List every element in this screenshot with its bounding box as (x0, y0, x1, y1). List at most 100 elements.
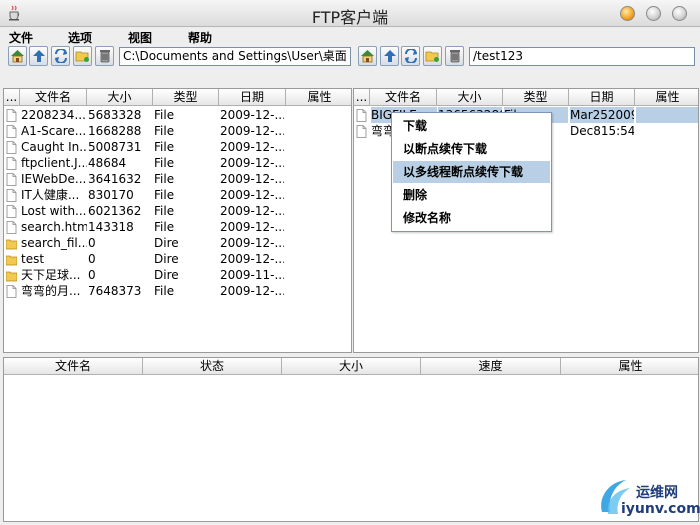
local-row-type: File (154, 204, 175, 218)
remote-new-folder-button[interactable] (423, 46, 442, 66)
ctx-multithread-resume-download-item[interactable]: 以多线程断点续传下载 (393, 161, 550, 183)
local-toolbar: C:\Documents and Settings\User\桌面 (0, 46, 355, 68)
local-table-row[interactable]: search.htm 143318 File 2009-12-... (4, 219, 351, 235)
local-row-icon-cell (4, 235, 20, 251)
close-button[interactable] (672, 6, 687, 21)
local-table-row[interactable]: test 0 Dire 2009-12-... (4, 251, 351, 267)
ctx-rename-item[interactable]: 修改名称 (393, 207, 550, 229)
local-row-type: File (154, 284, 175, 298)
new-folder-icon (425, 51, 439, 62)
file-icon (6, 173, 17, 186)
local-row-size: 5008731 (88, 140, 142, 154)
local-row-size: 3641632 (88, 172, 142, 186)
menu-options[interactable]: 选项 (68, 29, 92, 46)
local-row-icon-cell (4, 251, 20, 267)
local-row-size: 830170 (88, 188, 134, 202)
local-col-type[interactable]: 类型 (153, 89, 219, 105)
local-row-name: test (21, 252, 45, 266)
remote-col-attr[interactable]: 属性 (635, 89, 698, 105)
local-row-icon-cell (4, 155, 20, 171)
local-table-row[interactable]: 2208234.... 5683328 File 2009-12-... (4, 107, 351, 123)
local-row-type: File (154, 140, 175, 154)
remote-row-attr (636, 107, 698, 123)
local-row-size: 1668288 (88, 124, 142, 138)
home-icon (361, 50, 374, 63)
local-col-select[interactable]: ... (4, 89, 20, 105)
local-col-date[interactable]: 日期 (219, 89, 286, 105)
local-table-row[interactable]: ftpclient.J... 48684 File 2009-12-... (4, 155, 351, 171)
local-row-date: 2009-12-... (220, 188, 284, 202)
local-row-icon-cell (4, 171, 20, 187)
remote-row-date: Dec815:54 (570, 124, 634, 138)
up-arrow-icon (32, 50, 45, 62)
local-table-row[interactable]: 天下足球... 0 Dire 2009-11-... (4, 267, 351, 283)
transfer-col-attr[interactable]: 属性 (561, 358, 698, 374)
file-icon (6, 125, 17, 138)
ctx-delete-item[interactable]: 删除 (393, 184, 550, 206)
local-new-folder-button[interactable] (73, 46, 92, 66)
local-row-date: 2009-12-... (220, 124, 284, 138)
remote-col-type[interactable]: 类型 (503, 89, 569, 105)
folder-icon (6, 271, 17, 282)
local-row-size: 7648373 (88, 284, 142, 298)
menu-help[interactable]: 帮助 (188, 29, 212, 46)
remote-delete-button[interactable] (445, 46, 464, 66)
local-delete-button[interactable] (95, 46, 114, 66)
transfer-col-size[interactable]: 大小 (282, 358, 421, 374)
local-col-name[interactable]: 文件名 (20, 89, 87, 105)
local-row-date: 2009-12-... (220, 284, 284, 298)
local-row-icon-cell (4, 267, 20, 283)
transfer-col-status[interactable]: 状态 (143, 358, 282, 374)
local-row-size: 0 (88, 252, 96, 266)
ctx-download-item[interactable]: 下载 (393, 115, 550, 137)
minimize-button[interactable] (620, 6, 635, 21)
local-up-button[interactable] (29, 46, 48, 66)
local-row-name: 2208234.... (21, 108, 87, 122)
local-table-row[interactable]: search_fil... 0 Dire 2009-12-... (4, 235, 351, 251)
local-home-button[interactable] (8, 46, 27, 66)
local-row-icon-cell (4, 187, 20, 203)
remote-up-button[interactable] (380, 46, 399, 66)
local-refresh-button[interactable] (51, 46, 70, 66)
local-row-size: 48684 (88, 156, 127, 170)
delete-icon (99, 50, 110, 63)
remote-refresh-button[interactable] (401, 46, 420, 66)
remote-home-button[interactable] (358, 46, 377, 66)
local-table-row[interactable]: A1-Scare.... 1668288 File 2009-12-... (4, 123, 351, 139)
menu-file[interactable]: 文件 (9, 29, 33, 46)
local-row-name: ftpclient.J... (21, 156, 87, 170)
local-row-date: 2009-12-... (220, 220, 284, 234)
transfer-col-name[interactable]: 文件名 (4, 358, 143, 374)
watermark-title: 运维网 (636, 485, 678, 501)
maximize-button[interactable] (646, 6, 661, 21)
local-path-input[interactable]: C:\Documents and Settings\User\桌面 (119, 47, 351, 66)
context-menu: 下载 以断点续传下载 以多线程断点续传下载 删除 修改名称 (391, 112, 552, 232)
remote-col-size[interactable]: 大小 (437, 89, 503, 105)
remote-path-input[interactable]: /test123 (469, 47, 695, 66)
local-file-table[interactable]: ... 文件名 大小 类型 日期 属性 2208234.... 5683328 Fi… (3, 88, 352, 353)
local-col-size[interactable]: 大小 (87, 89, 153, 105)
remote-row-icon-cell (354, 123, 370, 139)
remote-col-date[interactable]: 日期 (569, 89, 635, 105)
local-table-header: ... 文件名 大小 类型 日期 属性 (4, 89, 351, 106)
transfer-queue-table[interactable]: 文件名 状态 大小 速度 属性 (3, 357, 699, 522)
local-table-row[interactable]: Caught In... 5008731 File 2009-12-... (4, 139, 351, 155)
ctx-resume-download-item[interactable]: 以断点续传下载 (393, 138, 550, 160)
file-icon (6, 109, 17, 122)
local-row-name: search.htm (21, 220, 87, 234)
remote-row-icon-cell (354, 107, 370, 123)
local-col-attr[interactable]: 属性 (286, 89, 351, 105)
local-table-row[interactable]: IEWebDe... 3641632 File 2009-12-... (4, 171, 351, 187)
menu-view[interactable]: 视图 (128, 29, 152, 46)
local-row-date: 2009-12-... (220, 140, 284, 154)
local-table-row[interactable]: Lost with... 6021362 File 2009-12-... (4, 203, 351, 219)
local-row-date: 2009-12-... (220, 252, 284, 266)
local-row-name: search_fil... (21, 236, 87, 250)
local-table-row[interactable]: 弯弯的月... 7648373 File 2009-12-... (4, 283, 351, 299)
local-row-type: Dire (154, 236, 179, 250)
remote-col-name[interactable]: 文件名 (370, 89, 437, 105)
transfer-col-speed[interactable]: 速度 (421, 358, 561, 374)
local-row-date: 2009-12-... (220, 108, 284, 122)
remote-col-select[interactable]: ... (354, 89, 370, 105)
local-table-row[interactable]: IT人健康... 830170 File 2009-12-... (4, 187, 351, 203)
